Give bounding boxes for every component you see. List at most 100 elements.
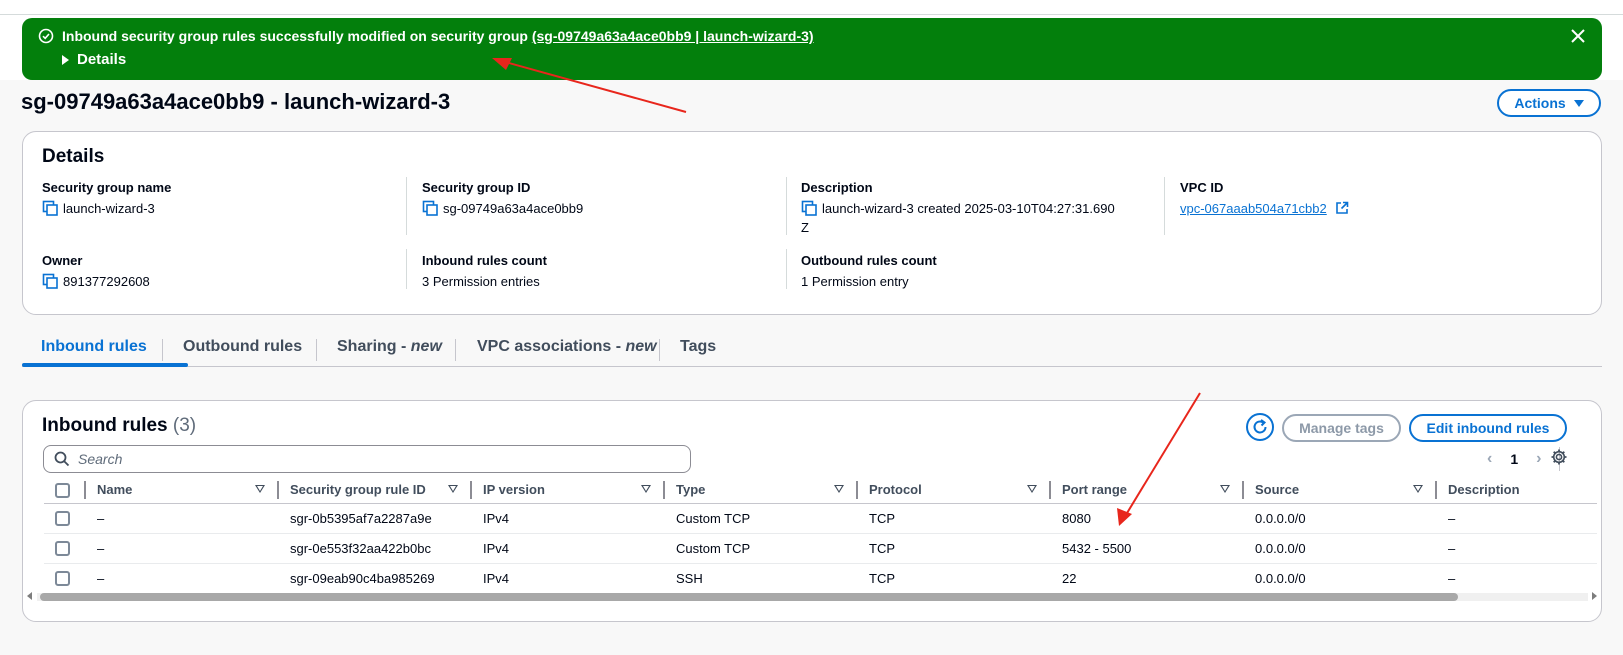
tab-outbound-rules[interactable]: Outbound rules — [183, 338, 302, 356]
flash-message: Inbound security group rules successfull… — [62, 28, 814, 44]
flash-sg-link[interactable]: (sg-09749a63a4ace0bb9 | launch-wizard-3) — [532, 28, 814, 44]
copy-icon[interactable] — [42, 200, 59, 217]
sg-name-value: launch-wizard-3 — [63, 201, 155, 216]
refresh-icon — [1253, 419, 1267, 434]
cell-description: – — [1437, 533, 1597, 564]
cell-rule-id: sgr-0b5395af7a2287a9e — [279, 503, 472, 534]
cell-source: 0.0.0.0/0 — [1244, 533, 1437, 564]
cell-rule-id: sgr-09eab90c4ba985269 — [290, 570, 435, 586]
vpc-id-field: VPC ID vpc-067aaab504a71cbb2 — [1180, 180, 1349, 218]
active-tab-indicator — [22, 363, 188, 367]
outbound-count-field: Outbound rules count 1 Permission entry — [801, 253, 937, 291]
manage-tags-button[interactable]: Manage tags — [1282, 414, 1401, 442]
tab-label: Inbound rules — [41, 338, 147, 355]
tab-tags[interactable]: Tags — [680, 338, 716, 356]
tab-vpc-associations[interactable]: VPC associations - new — [477, 338, 657, 356]
copy-icon[interactable] — [422, 200, 439, 217]
column-header-protocol[interactable]: Protocol — [858, 477, 1051, 504]
row-select-cell — [44, 503, 86, 534]
tab-sharing[interactable]: Sharing - new — [337, 338, 442, 356]
copy-icon[interactable] — [42, 273, 59, 290]
cell-rule-id: sgr-0e553f32aa422b0bc — [279, 533, 472, 564]
cell-protocol: TCP — [858, 503, 1051, 534]
tab-divider — [659, 339, 660, 361]
tab-label: Sharing - — [337, 338, 411, 355]
column-header-port-range[interactable]: Port range — [1051, 477, 1244, 504]
column-label: Source — [1255, 482, 1300, 498]
scroll-right-icon[interactable] — [1592, 592, 1597, 600]
edit-inbound-rules-button[interactable]: Edit inbound rules — [1409, 414, 1567, 442]
tab-inbound-rules[interactable]: Inbound rules — [41, 338, 147, 356]
column-divider — [406, 249, 407, 289]
external-link-icon — [1335, 201, 1349, 214]
select-all-checkbox[interactable] — [55, 482, 70, 498]
sg-name-label: Security group name — [42, 180, 172, 195]
inbound-rules-card: Inbound rules (3) Manage tags Edit inbou… — [22, 400, 1602, 622]
cell-source: 0.0.0.0/0 — [1255, 570, 1306, 586]
sort-icon — [1413, 485, 1423, 493]
column-label: IP version — [483, 482, 545, 498]
tab-label: Outbound rules — [183, 338, 303, 355]
inbound-rules-title: Inbound rules (3) — [42, 415, 196, 437]
search-box — [43, 445, 691, 473]
inbound-count-field: Inbound rules count 3 Permission entries — [422, 253, 547, 291]
cell-ip-version: IPv4 — [483, 570, 510, 586]
refresh-button[interactable] — [1246, 413, 1274, 441]
close-icon[interactable] — [1568, 26, 1588, 46]
copy-icon[interactable] — [801, 200, 818, 217]
flash-details-toggle[interactable]: Details — [62, 51, 126, 68]
scroll-left-icon[interactable] — [27, 592, 32, 600]
chevron-right-icon[interactable]: › — [1536, 450, 1541, 468]
column-header-name[interactable]: Name — [86, 477, 279, 504]
cell-description: – — [1437, 503, 1597, 534]
success-check-icon — [38, 28, 54, 44]
column-divider — [786, 177, 787, 235]
table-row[interactable]: – sgr-0e553f32aa422b0bc IPv4 Custom TCP … — [44, 533, 1597, 564]
cell-name: – — [86, 503, 279, 534]
column-header-description[interactable]: Description — [1437, 477, 1597, 504]
row-checkbox[interactable] — [55, 511, 70, 527]
search-input[interactable] — [78, 451, 678, 467]
horizontal-scrollbar[interactable] — [23, 591, 1601, 603]
description-field: Description launch-wizard-3 created 2025… — [801, 180, 1151, 237]
owner-value: 891377292608 — [63, 274, 150, 289]
page-number[interactable]: 1 — [1510, 451, 1518, 467]
table-row[interactable]: – sgr-09eab90c4ba985269 IPv4 SSH TCP 22 … — [44, 563, 1597, 593]
column-header-source[interactable]: Source — [1244, 477, 1437, 504]
cell-source: 0.0.0.0/0 — [1244, 503, 1437, 534]
sort-icon — [255, 485, 265, 493]
rules-count: (3) — [172, 415, 197, 436]
tab-new-badge: new — [625, 338, 657, 355]
column-header-rule-id[interactable]: Security group rule ID — [279, 477, 472, 504]
chevron-left-icon[interactable]: ‹ — [1487, 450, 1492, 468]
details-title: Details — [42, 146, 105, 167]
search-icon — [54, 451, 70, 467]
actions-button[interactable]: Actions — [1497, 89, 1601, 117]
column-header-ip-version[interactable]: IP version — [472, 477, 665, 504]
cell-port-range: 8080 — [1051, 503, 1244, 534]
scrollbar-thumb[interactable] — [40, 593, 1458, 601]
vpc-id-link[interactable]: vpc-067aaab504a71cbb2 — [1180, 199, 1327, 218]
sg-id-field: Security group ID sg-09749a63a4ace0bb9 — [422, 180, 583, 218]
row-checkbox[interactable] — [55, 541, 70, 557]
vpc-id-label: VPC ID — [1180, 180, 1224, 195]
description-label: Description — [801, 180, 873, 195]
actions-label: Actions — [1514, 95, 1566, 111]
row-checkbox[interactable] — [55, 571, 70, 587]
cell-protocol: TCP — [858, 533, 1051, 564]
table-row[interactable]: – sgr-0b5395af7a2287a9e IPv4 Custom TCP … — [44, 503, 1597, 534]
sort-icon — [1220, 485, 1230, 493]
cell-name: – — [86, 533, 279, 564]
cell-ip-version: IPv4 — [472, 533, 665, 564]
cell-type: Custom TCP — [665, 533, 858, 564]
cell-type: SSH — [676, 570, 703, 586]
cell-ip-version: IPv4 — [472, 503, 665, 534]
column-divider — [406, 177, 407, 235]
sg-id-value: sg-09749a63a4ace0bb9 — [443, 201, 584, 216]
gear-icon[interactable] — [1550, 448, 1568, 466]
table-header-row: Name Security group rule ID IP version T… — [44, 477, 1597, 504]
column-header-type[interactable]: Type — [665, 477, 858, 504]
tab-label: VPC associations - — [477, 338, 626, 355]
column-label: Name — [97, 482, 133, 498]
owner-field: Owner 891377292608 — [42, 253, 150, 291]
